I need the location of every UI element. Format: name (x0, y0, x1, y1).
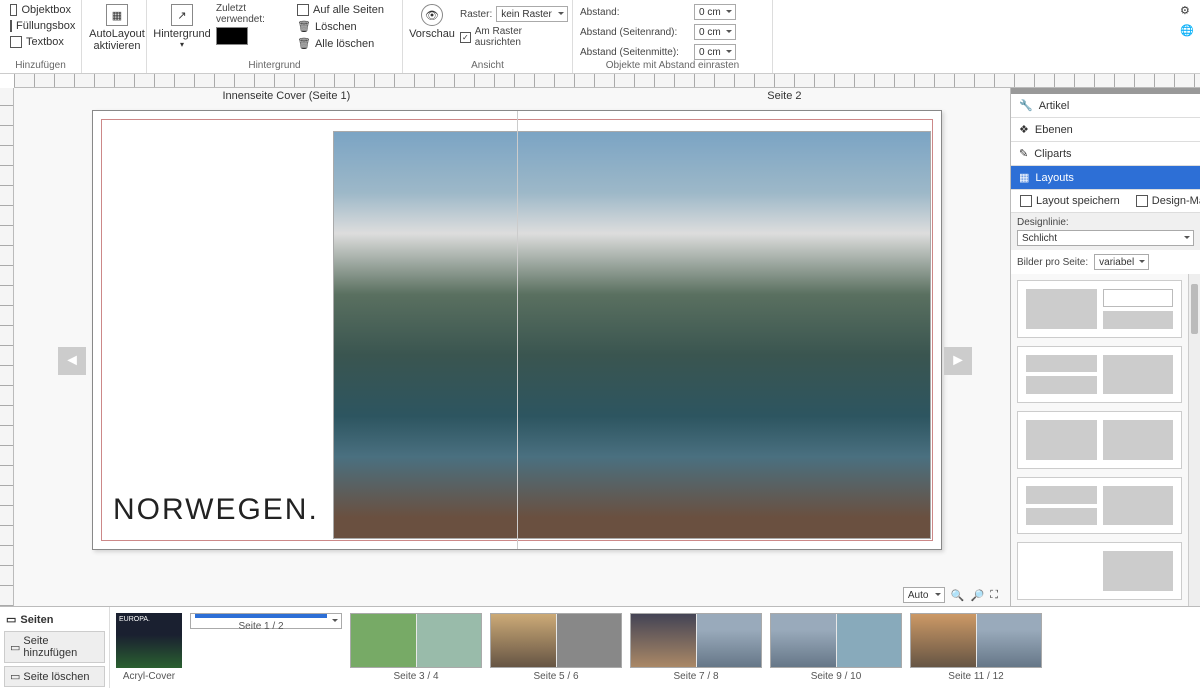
design-manager-button[interactable]: Design-Manager (1133, 194, 1200, 208)
abstand-rand-select[interactable]: 0 cm (694, 24, 736, 40)
page-thumb[interactable]: Seite 7 / 8 (630, 613, 762, 682)
tab-ebenen[interactable]: ❖Ebenen (1011, 118, 1200, 142)
eye-icon: 👁 (421, 4, 443, 26)
trash-all-icon: 🗑 (297, 37, 311, 50)
page-thumb[interactable]: Seite 3 / 4 (350, 613, 482, 682)
layout-icon: ▦ (1019, 171, 1029, 184)
canvas[interactable]: Innenseite Cover (Seite 1) Seite 2 ◄ NOR… (14, 88, 1010, 606)
prev-page-button[interactable]: ◄ (58, 347, 86, 375)
designlinie-select[interactable]: Schlicht (1017, 230, 1194, 246)
delete-all-bg-button[interactable]: 🗑Alle löschen (294, 36, 387, 51)
autolayout-button[interactable]: ▦ AutoLayout aktivieren (86, 1, 148, 55)
objektbox-icon (10, 4, 17, 16)
clipart-icon: ✎ (1019, 147, 1028, 160)
ruler-vertical (0, 88, 14, 606)
page-strip: ▭Seiten ▭Seite hinzufügen ▭Seite löschen… (0, 606, 1200, 688)
abstand-mitte-select[interactable]: 0 cm (694, 44, 736, 60)
autolayout-icon: ▦ (106, 4, 128, 26)
add-page-icon: ▭ (10, 641, 20, 654)
hintergrund-icon: ↗ (171, 4, 193, 26)
tab-cliparts[interactable]: ✎Cliparts (1011, 142, 1200, 166)
page-thumb[interactable]: Seite 9 / 10 (770, 613, 902, 682)
tab-artikel[interactable]: 🔧Artikel (1011, 94, 1200, 118)
page-title-text[interactable]: NORWEGEN. (113, 493, 319, 527)
book-icon: ▭ (6, 613, 16, 626)
all-pages-button[interactable]: Auf alle Seiten (294, 3, 387, 17)
layout-list (1011, 274, 1188, 606)
group-label-add: Hinzufügen (0, 60, 81, 71)
save-icon (1020, 195, 1032, 207)
page-thumb[interactable]: Seite 11 / 12 (910, 613, 1042, 682)
textbox-icon (10, 36, 22, 48)
zoom-select[interactable]: Auto (903, 587, 945, 603)
delete-bg-button[interactable]: 🗑Löschen (294, 19, 387, 34)
manager-icon (1136, 195, 1148, 207)
fuellungsbox-button[interactable]: Füllungsbox (7, 19, 74, 33)
main-toolbar: Objektbox Füllungsbox Textbox Hinzufügen… (0, 0, 1200, 74)
settings-icon[interactable]: ⚙ (1180, 4, 1194, 18)
pages-icon (297, 4, 309, 16)
del-page-icon: ▭ (10, 670, 20, 683)
objektbox-button[interactable]: Objektbox (7, 3, 74, 17)
raster-select[interactable]: kein Raster (496, 6, 568, 22)
group-label-bg: Hintergrund (147, 60, 402, 71)
zoom-out-icon[interactable]: 🔍 (951, 589, 965, 602)
layout-save-button[interactable]: Layout speichern (1017, 194, 1123, 208)
page-spread[interactable]: NORWEGEN. (92, 110, 942, 550)
delete-page-button[interactable]: ▭Seite löschen (4, 666, 105, 687)
ruler-horizontal (14, 74, 1200, 88)
layout-option[interactable] (1017, 346, 1182, 404)
abstand-select[interactable]: 0 cm (694, 4, 736, 20)
zoom-fit-icon[interactable]: ⛶ (990, 589, 998, 602)
add-page-button[interactable]: ▭Seite hinzufügen (4, 631, 105, 663)
next-page-button[interactable]: ► (944, 347, 972, 375)
main-photo[interactable] (333, 131, 931, 539)
textbox-button[interactable]: Textbox (7, 35, 74, 49)
right-panel: 🔧Artikel ❖Ebenen ✎Cliparts ▦Layouts Layo… (1010, 88, 1200, 606)
zoom-in-icon[interactable]: 🔎 (971, 589, 985, 602)
recent-swatch[interactable] (216, 27, 248, 45)
snap-checkbox[interactable]: ✓ (460, 32, 471, 43)
page-label-left: Innenseite Cover (Seite 1) (222, 90, 350, 102)
fuellungsbox-icon (10, 20, 12, 32)
recent-label: Zuletzt verwendet: (216, 3, 288, 25)
wrench-icon: 🔧 (1019, 99, 1033, 112)
trash-icon: 🗑 (297, 20, 311, 33)
page-label-right: Seite 2 (767, 90, 801, 102)
cover-thumb[interactable]: EUROPA. Acryl-Cover (116, 613, 182, 682)
layout-option[interactable] (1017, 477, 1182, 535)
group-label-snap: Objekte mit Abstand einrasten (573, 60, 772, 71)
spine-line (517, 111, 518, 549)
layout-option[interactable] (1017, 411, 1182, 469)
globe-icon[interactable]: 🌐 (1180, 24, 1194, 38)
page-thumb[interactable]: Seite 5 / 6 (490, 613, 622, 682)
bilder-pro-seite-select[interactable]: variabel (1094, 254, 1149, 270)
layers-icon: ❖ (1019, 123, 1029, 136)
group-label-view: Ansicht (403, 60, 572, 71)
page-thumb[interactable]: NORWEGEN Seite 1 / 2 (190, 613, 342, 629)
zoom-controls: Auto 🔍 🔎 ⛶ (903, 587, 998, 603)
layout-option[interactable] (1017, 542, 1182, 600)
tab-layouts[interactable]: ▦Layouts (1011, 166, 1200, 190)
layout-option[interactable] (1017, 280, 1182, 338)
layout-scrollbar[interactable] (1188, 274, 1200, 606)
pages-panel-title: ▭Seiten (4, 611, 105, 628)
